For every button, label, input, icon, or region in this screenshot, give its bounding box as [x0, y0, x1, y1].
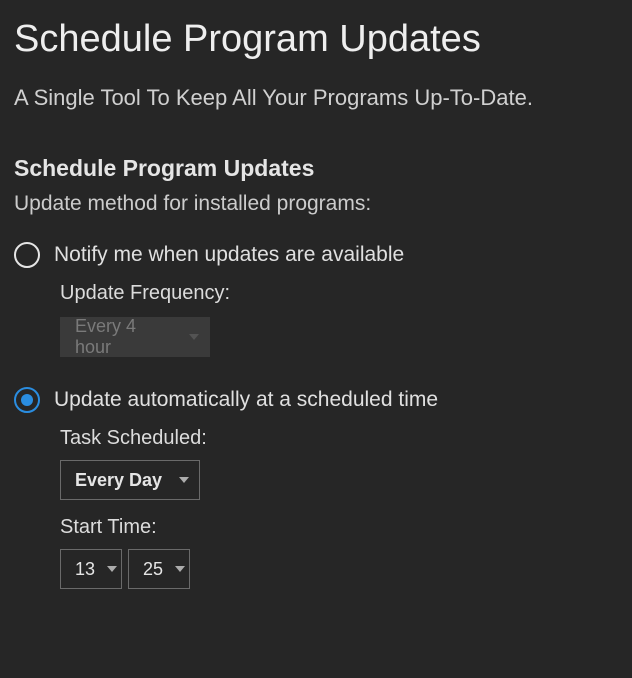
- page-subtitle: A Single Tool To Keep All Your Programs …: [14, 85, 618, 111]
- start-hour-value: 13: [75, 559, 95, 580]
- chevron-down-icon: [189, 334, 199, 340]
- page-title: Schedule Program Updates: [14, 18, 618, 61]
- radio-notify-label: Notify me when updates are available: [54, 243, 404, 267]
- chevron-down-icon: [175, 566, 185, 572]
- update-frequency-select: Every 4 hour: [60, 317, 210, 357]
- chevron-down-icon: [179, 477, 189, 483]
- chevron-down-icon: [107, 566, 117, 572]
- start-time-label: Start Time:: [60, 516, 618, 539]
- start-hour-select[interactable]: 13: [60, 549, 122, 589]
- radio-auto-circle: [14, 387, 40, 413]
- task-scheduled-value: Every Day: [75, 470, 162, 491]
- start-minute-select[interactable]: 25: [128, 549, 190, 589]
- update-frequency-value: Every 4 hour: [75, 316, 177, 358]
- radio-notify-circle: [14, 242, 40, 268]
- radio-auto-label: Update automatically at a scheduled time: [54, 388, 438, 412]
- update-method-label: Update method for installed programs:: [14, 192, 618, 216]
- radio-auto[interactable]: Update automatically at a scheduled time: [14, 387, 618, 413]
- task-scheduled-label: Task Scheduled:: [60, 427, 618, 450]
- radio-auto-dot: [21, 394, 33, 406]
- task-scheduled-select[interactable]: Every Day: [60, 460, 200, 500]
- section-heading: Schedule Program Updates: [14, 155, 618, 182]
- start-minute-value: 25: [143, 559, 163, 580]
- update-frequency-label: Update Frequency:: [60, 282, 618, 305]
- radio-notify[interactable]: Notify me when updates are available: [14, 242, 618, 268]
